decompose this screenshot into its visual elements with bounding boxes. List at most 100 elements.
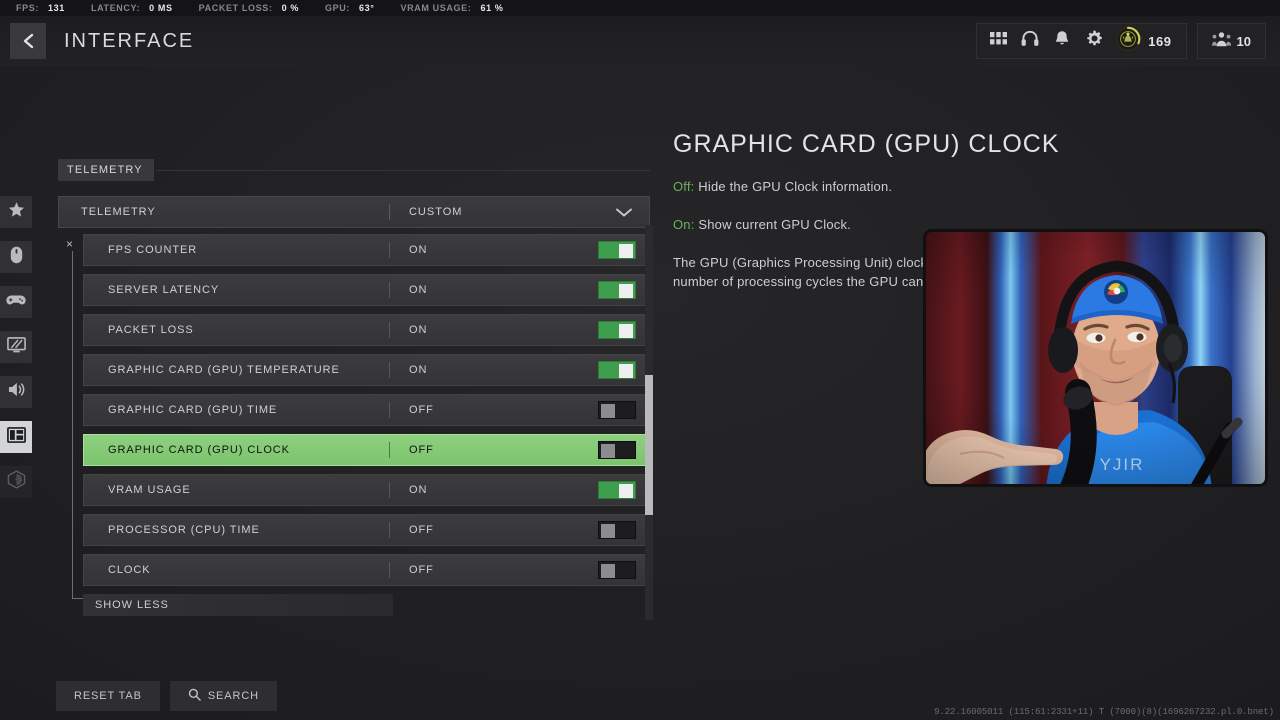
party-button[interactable]: 10 — [1196, 23, 1266, 59]
option-label: GRAPHIC CARD (GPU) CLOCK — [108, 444, 290, 456]
toggle-knob — [619, 284, 633, 298]
telemetry-item-packet-loss: PACKET LOSS: 0 % — [199, 3, 299, 13]
scrollbar-track[interactable] — [645, 225, 653, 620]
notifications-button[interactable] — [1047, 26, 1077, 56]
headset-button[interactable] — [1015, 26, 1045, 56]
sidebar-item-mouse-keyboard[interactable] — [0, 241, 32, 273]
party-members-icon — [1211, 31, 1231, 52]
toggle-switch[interactable] — [598, 361, 636, 379]
toggle-knob — [601, 564, 615, 578]
tab-telemetry[interactable]: TELEMETRY — [58, 159, 154, 181]
reset-tab-label: RESET TAB — [74, 690, 142, 702]
toggle-switch[interactable] — [598, 441, 636, 459]
option-value: ON — [409, 324, 428, 336]
speaker-icon — [7, 381, 26, 403]
table-row[interactable]: GRAPHIC CARD (GPU) TIME OFF — [83, 394, 650, 426]
option-label: VRAM USAGE — [108, 484, 191, 496]
telemetry-item-vram: VRAM USAGE: 61 % — [401, 3, 504, 13]
description-off-line: Off: Hide the GPU Clock information. — [673, 178, 1263, 197]
toggle-knob — [601, 524, 615, 538]
gear-icon — [1086, 30, 1103, 52]
telemetry-overlay-bar: FPS: 131 LATENCY: 0 MS PACKET LOSS: 0 % … — [0, 0, 1280, 16]
monitor-icon — [6, 336, 26, 358]
table-row[interactable]: FPS COUNTER ON — [83, 234, 650, 266]
tab-divider — [155, 169, 650, 171]
sidebar-item-account[interactable] — [0, 466, 32, 498]
table-row[interactable]: PROCESSOR (CPU) TIME OFF — [83, 514, 650, 546]
category-rail — [0, 196, 32, 498]
sidebar-item-graphics[interactable] — [0, 331, 32, 363]
telemetry-value: 0 MS — [149, 3, 173, 13]
build-version-string: 9.22.16005011 (115:61:2331+11) T (7000)(… — [934, 707, 1274, 717]
page-title: INTERFACE — [64, 29, 195, 52]
table-row[interactable]: CLOCK OFF — [83, 554, 650, 586]
option-label: GRAPHIC CARD (GPU) TIME — [108, 404, 278, 416]
toggle-switch[interactable] — [598, 241, 636, 259]
toggle-switch[interactable] — [598, 481, 636, 499]
option-value: ON — [409, 244, 428, 256]
on-keyword: On: — [673, 216, 695, 232]
show-less-button[interactable]: SHOW LESS — [83, 594, 393, 616]
table-row[interactable]: VRAM USAGE ON — [83, 474, 650, 506]
rank-count: 169 — [1148, 33, 1172, 49]
toggle-switch[interactable] — [598, 401, 636, 419]
webcam-vignette — [926, 232, 1265, 484]
option-value: ON — [409, 364, 428, 376]
table-row[interactable]: PACKET LOSS ON — [83, 314, 650, 346]
telemetry-item-latency: LATENCY: 0 MS — [91, 3, 173, 13]
telemetry-label: LATENCY: — [90, 3, 141, 13]
radar-icon — [7, 470, 26, 494]
back-button[interactable] — [10, 23, 46, 59]
apps-grid-icon — [989, 32, 1007, 50]
option-value: ON — [409, 284, 428, 296]
table-row-selected[interactable]: GRAPHIC CARD (GPU) CLOCK OFF — [83, 434, 650, 466]
option-label: GRAPHIC CARD (GPU) TEMPERATURE — [108, 364, 340, 376]
scrollbar-thumb[interactable] — [645, 375, 653, 515]
sidebar-item-favorites[interactable] — [0, 196, 32, 228]
toggle-switch[interactable] — [598, 521, 636, 539]
option-value: OFF — [409, 564, 434, 576]
telemetry-item-fps: FPS: 131 — [16, 3, 65, 13]
telemetry-label: FPS: — [16, 3, 40, 13]
apps-grid-button[interactable] — [983, 26, 1013, 56]
webcam-background: YJIR — [926, 232, 1265, 484]
chevron-left-icon — [21, 32, 36, 50]
option-value: OFF — [409, 444, 434, 456]
rank-badge[interactable]: 169 — [1111, 26, 1179, 57]
table-row[interactable]: GRAPHIC CARD (GPU) TEMPERATURE ON — [83, 354, 650, 386]
collapse-group-button[interactable]: × — [66, 238, 73, 250]
toggle-switch[interactable] — [598, 321, 636, 339]
party-count: 10 — [1236, 33, 1251, 49]
header-actions: 169 10 — [976, 23, 1266, 59]
sidebar-item-interface[interactable] — [0, 421, 32, 453]
toggle-switch[interactable] — [598, 281, 636, 299]
telemetry-value: 61 % — [480, 3, 504, 13]
settings-button[interactable] — [1079, 26, 1109, 56]
search-button[interactable]: SEARCH — [169, 681, 277, 711]
rank-emblem-icon — [1115, 26, 1141, 57]
table-row[interactable]: SERVER LATENCY ON — [83, 274, 650, 306]
sidebar-item-controller[interactable] — [0, 286, 32, 318]
bell-icon — [1054, 30, 1070, 52]
option-label: FPS COUNTER — [108, 244, 198, 256]
toggle-switch[interactable] — [598, 561, 636, 579]
reset-tab-button[interactable]: RESET TAB — [56, 681, 160, 711]
option-label: CLOCK — [108, 564, 151, 576]
telemetry-value: 131 — [48, 3, 65, 13]
description-title: GRAPHIC CARD (GPU) CLOCK — [673, 130, 1060, 158]
telemetry-label: PACKET LOSS: — [198, 3, 273, 13]
telemetry-label: VRAM USAGE: — [400, 3, 472, 13]
tab-bar: TELEMETRY — [58, 158, 650, 182]
option-value: OFF — [409, 524, 434, 536]
tree-elbow — [72, 598, 83, 599]
search-label: SEARCH — [207, 690, 259, 702]
dropdown-label: TELEMETRY — [81, 206, 156, 218]
option-label: SERVER LATENCY — [108, 284, 220, 296]
option-rows: FPS COUNTER ON SERVER LATENCY ON PACKET … — [83, 234, 650, 616]
on-text: Show current GPU Clock. — [694, 216, 851, 232]
telemetry-preset-dropdown[interactable]: TELEMETRY CUSTOM — [58, 196, 650, 228]
option-label: PACKET LOSS — [108, 324, 194, 336]
tree-connector: × — [58, 234, 83, 616]
sidebar-item-audio[interactable] — [0, 376, 32, 408]
option-value: OFF — [409, 404, 434, 416]
